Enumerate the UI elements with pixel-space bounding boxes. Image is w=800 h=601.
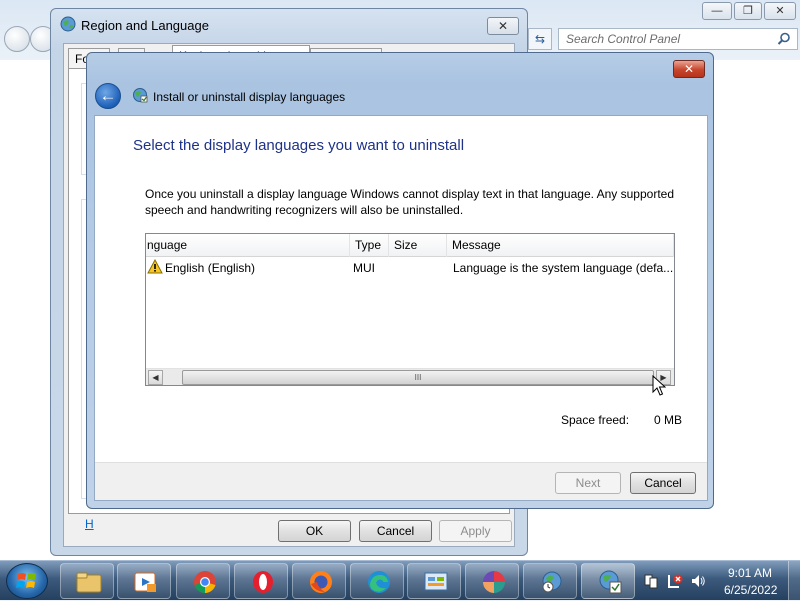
- install-dialog-body: Select the display languages you want to…: [94, 115, 708, 501]
- apply-button[interactable]: Apply: [439, 520, 512, 542]
- warning-icon: [147, 259, 163, 274]
- globe-icon: [599, 570, 622, 594]
- column-header-size[interactable]: Size: [389, 234, 447, 257]
- region-dialog-title: Region and Language: [81, 18, 209, 33]
- region-close-button[interactable]: ✕: [487, 17, 519, 35]
- taskbar-chrome[interactable]: [176, 563, 230, 599]
- page-heading: Select the display languages you want to…: [133, 137, 465, 154]
- firefox-icon: [310, 571, 332, 593]
- taskbar-media-player[interactable]: [117, 563, 171, 599]
- action-center-icon[interactable]: [643, 573, 659, 589]
- back-arrow-button[interactable]: ←: [95, 83, 121, 109]
- pinwheel-icon: [483, 571, 505, 593]
- scroll-left-button[interactable]: ◀: [148, 370, 163, 385]
- cell-language: English (English): [165, 261, 256, 275]
- folder-icon: [76, 572, 102, 593]
- taskbar-photos[interactable]: [465, 563, 519, 599]
- dialog-footer: Next Cancel: [95, 462, 707, 500]
- cp-close-button[interactable]: ✕: [764, 2, 796, 20]
- system-tray: [640, 569, 716, 593]
- taskbar: 9:01 AM 6/25/2022: [0, 560, 800, 601]
- install-close-button[interactable]: ✕: [673, 60, 705, 78]
- install-dialog-title: Install or uninstall display languages: [153, 90, 346, 104]
- clock-time[interactable]: 9:01 AM: [728, 566, 772, 580]
- ok-button[interactable]: OK: [278, 520, 351, 542]
- cell-message: Language is the system language (defa...: [453, 261, 674, 275]
- taskbar-edge[interactable]: [350, 563, 404, 599]
- space-freed-label: Space freed:: [561, 413, 630, 427]
- install-languages-dialog: ✕ ← Install or uninstall display languag…: [86, 52, 714, 509]
- taskbar-network[interactable]: [523, 563, 577, 599]
- back-button[interactable]: [4, 26, 30, 52]
- taskbar-region-language[interactable]: [581, 563, 635, 599]
- list-header: nguage Type Size Message: [146, 234, 674, 257]
- refresh-button[interactable]: ⇆: [528, 28, 552, 50]
- search-input[interactable]: Search Control Panel: [558, 28, 798, 50]
- chrome-icon: [194, 571, 216, 593]
- globe-icon: [60, 16, 76, 32]
- cell-type: MUI: [353, 261, 375, 275]
- globe-clock-icon: [542, 571, 562, 593]
- globe-icon: [133, 88, 148, 103]
- back-arrow-icon: ←: [99, 86, 117, 105]
- maximize-button[interactable]: ❐: [734, 2, 762, 20]
- volume-icon[interactable]: [690, 573, 706, 589]
- scroll-left-icon: ◀: [152, 373, 159, 382]
- column-header-message[interactable]: Message: [447, 234, 674, 257]
- control-panel-icon: [424, 572, 448, 591]
- mouse-cursor-icon: [652, 375, 666, 396]
- region-cancel-button[interactable]: Cancel: [359, 520, 432, 542]
- windows-logo-icon: [16, 573, 36, 588]
- clock-date[interactable]: 6/25/2022: [724, 583, 777, 597]
- space-freed-value: 0 MB: [654, 413, 683, 427]
- cancel-button[interactable]: Cancel: [630, 472, 696, 494]
- minimize-button[interactable]: —: [702, 2, 732, 20]
- start-button[interactable]: [6, 563, 48, 599]
- show-desktop-button[interactable]: [788, 561, 800, 601]
- help-link[interactable]: H: [85, 517, 94, 531]
- horizontal-scrollbar[interactable]: ◀ III ▶: [146, 368, 674, 385]
- refresh-icon: ⇆: [534, 32, 546, 46]
- media-player-icon: [134, 572, 156, 592]
- column-header-type[interactable]: Type: [350, 234, 389, 257]
- opera-icon: [253, 571, 273, 593]
- taskbar-opera[interactable]: [234, 563, 288, 599]
- search-placeholder: Search Control Panel: [566, 32, 681, 46]
- languages-list[interactable]: nguage Type Size Message English (Englis…: [145, 233, 675, 386]
- next-button[interactable]: Next: [555, 472, 621, 494]
- scrollbar-thumb[interactable]: III: [182, 370, 654, 385]
- taskbar-control-panel[interactable]: [407, 563, 461, 599]
- column-header-language[interactable]: nguage: [146, 234, 350, 257]
- description-text: Once you uninstall a display language Wi…: [145, 187, 675, 217]
- search-icon: [777, 32, 790, 45]
- edge-icon: [368, 571, 390, 593]
- taskbar-firefox[interactable]: [292, 563, 346, 599]
- network-disconnected-icon[interactable]: [667, 573, 683, 589]
- taskbar-file-explorer[interactable]: [60, 563, 114, 599]
